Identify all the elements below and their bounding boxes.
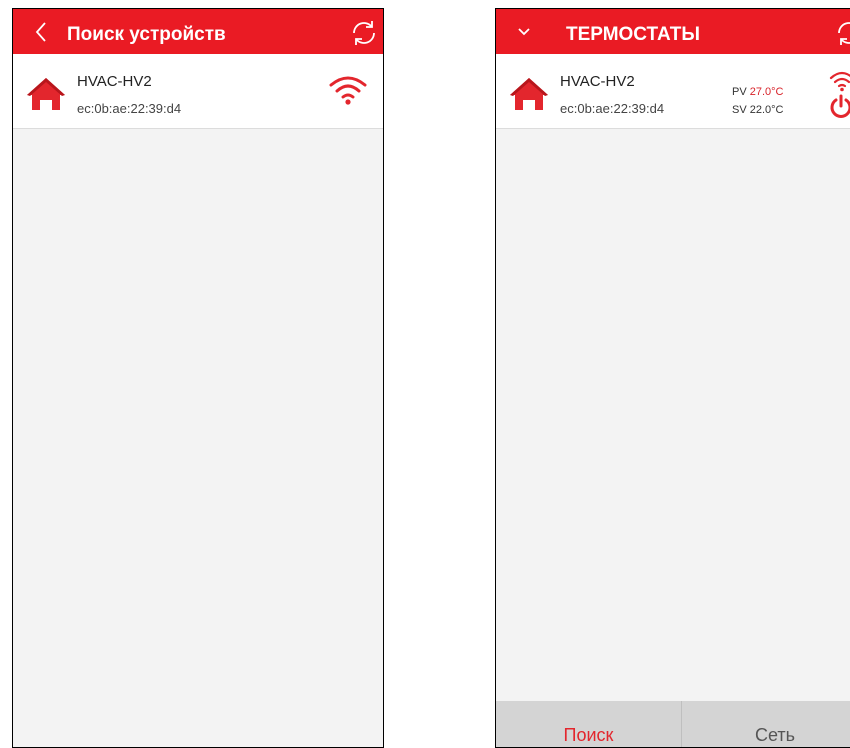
app-bar: ТЕРМОСТАТЫ bbox=[496, 9, 850, 54]
device-mac: ec:0b:ae:22:39:d4 bbox=[560, 101, 665, 116]
chevron-down-icon bbox=[518, 28, 530, 36]
pv-value: 27.0°C bbox=[749, 86, 784, 98]
tab-network[interactable]: Сеть bbox=[682, 701, 850, 747]
device-list-item[interactable]: HVAC-HV2 ec:0b:ae:22:39:d4 bbox=[13, 54, 383, 129]
bottom-tab-bar: Поиск Сеть bbox=[496, 701, 850, 747]
chevron-left-icon bbox=[35, 22, 46, 42]
device-name: HVAC-HV2 bbox=[77, 73, 152, 90]
home-icon bbox=[27, 78, 65, 110]
refresh-icon bbox=[838, 22, 850, 45]
tab-network-label: Сеть bbox=[754, 725, 796, 745]
sv-value: 22.0°C bbox=[749, 104, 784, 116]
tab-search[interactable]: Поиск bbox=[496, 701, 682, 747]
tab-search-label: Поиск bbox=[563, 725, 614, 745]
home-icon bbox=[510, 78, 548, 110]
wifi-icon bbox=[329, 76, 367, 105]
page-title: Поиск устройств bbox=[67, 24, 226, 45]
menu-dropdown-button[interactable] bbox=[510, 18, 538, 46]
device-mac: ec:0b:ae:22:39:d4 bbox=[77, 101, 182, 116]
refresh-button[interactable] bbox=[349, 18, 379, 48]
thermostats-screen: ТЕРМОСТАТЫ HVAC-HV2 ec:0b:ae:22:39:d4 PV… bbox=[495, 8, 850, 748]
pv-reading: PV 27.0°C bbox=[732, 86, 784, 98]
wifi-icon bbox=[829, 71, 850, 92]
thermostat-list-item[interactable]: HVAC-HV2 ec:0b:ae:22:39:d4 PV 27.0°C SV … bbox=[496, 54, 850, 129]
page-title: ТЕРМОСТАТЫ bbox=[566, 24, 700, 45]
app-bar: Поиск устройств bbox=[13, 9, 383, 54]
device-search-screen: Поиск устройств HVAC-HV2 ec:0b:ae:22:39:… bbox=[12, 8, 384, 748]
pv-label: PV bbox=[732, 86, 747, 98]
refresh-button[interactable] bbox=[834, 18, 850, 48]
device-name: HVAC-HV2 bbox=[560, 73, 635, 90]
power-icon[interactable] bbox=[828, 94, 850, 120]
refresh-icon bbox=[353, 21, 375, 45]
back-button[interactable] bbox=[27, 18, 55, 46]
sv-label: SV bbox=[732, 104, 747, 116]
sv-reading: SV 22.0°C bbox=[732, 104, 784, 116]
